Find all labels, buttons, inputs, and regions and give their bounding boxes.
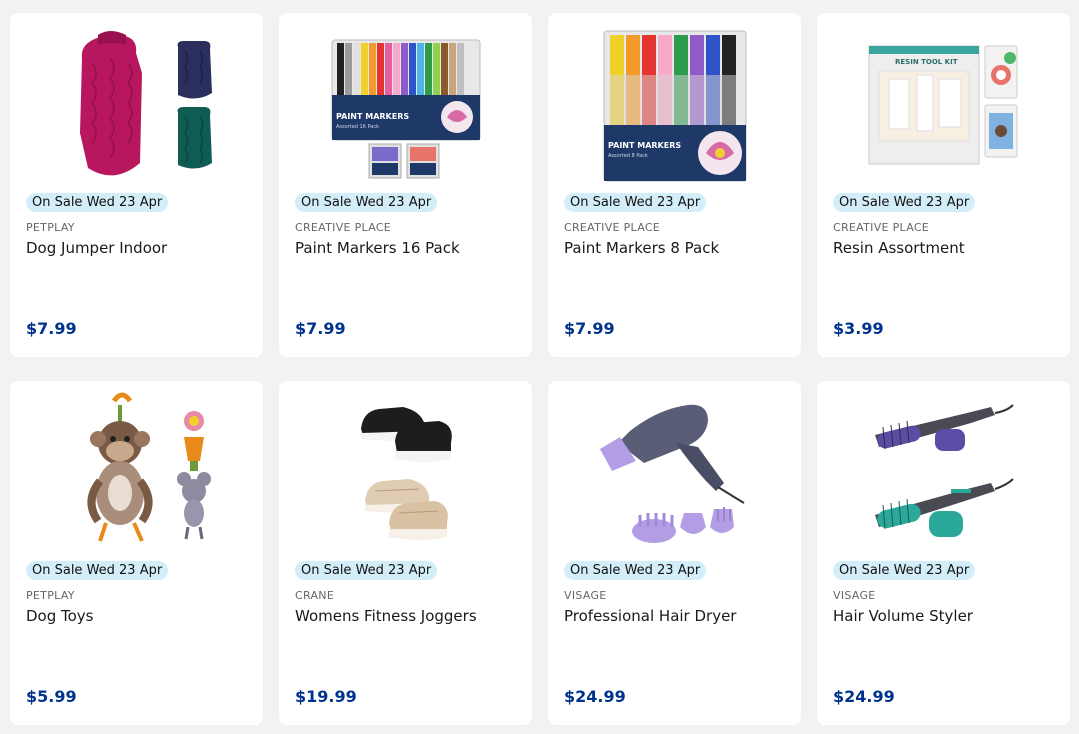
product-brand: CREATIVE PLACE: [833, 221, 930, 234]
product-card[interactable]: On Sale Wed 23 Apr PETPLAY Dog Toys $5.9…: [10, 381, 263, 725]
product-price: $5.99: [26, 687, 77, 706]
product-card[interactable]: On Sale Wed 23 Apr VISAGE Hair Volume St…: [817, 381, 1070, 725]
product-name[interactable]: Dog Toys: [26, 607, 94, 625]
dog-toys-image[interactable]: [10, 381, 263, 561]
on-sale-badge: On Sale Wed 23 Apr: [26, 561, 169, 580]
product-price: $7.99: [295, 319, 346, 338]
product-card[interactable]: On Sale Wed 23 Apr VISAGE Professional H…: [548, 381, 801, 725]
product-name[interactable]: Dog Jumper Indoor: [26, 239, 167, 257]
product-card[interactable]: PAINT MARKERS Assorted 16 Pack On Sale W…: [279, 13, 532, 357]
box-label-text: PAINT MARKERS: [336, 112, 409, 121]
paint-markers-8-image[interactable]: PAINT MARKERS Assorted 8 Pack: [548, 13, 801, 193]
product-name[interactable]: Paint Markers 16 Pack: [295, 239, 460, 257]
product-card[interactable]: RESIN TOOL KIT On Sale Wed 23 Apr CREATI…: [817, 13, 1070, 357]
hair-styler-image[interactable]: [817, 381, 1070, 561]
product-brand: PETPLAY: [26, 221, 75, 234]
product-card[interactable]: PAINT MARKERS Assorted 8 Pack On Sale We…: [548, 13, 801, 357]
on-sale-badge: On Sale Wed 23 Apr: [833, 193, 976, 212]
box-sublabel-text: Assorted 8 Pack: [608, 153, 648, 159]
product-price: $24.99: [833, 687, 895, 706]
product-grid: On Sale Wed 23 Apr PETPLAY Dog Jumper In…: [0, 0, 1079, 734]
product-name[interactable]: Womens Fitness Joggers: [295, 607, 477, 625]
box-label-text: RESIN TOOL KIT: [895, 58, 958, 66]
product-name[interactable]: Hair Volume Styler: [833, 607, 973, 625]
product-price: $7.99: [26, 319, 77, 338]
product-brand: CRANE: [295, 589, 335, 602]
on-sale-badge: On Sale Wed 23 Apr: [295, 561, 438, 580]
resin-kit-image[interactable]: RESIN TOOL KIT: [817, 13, 1070, 193]
hair-dryer-image[interactable]: [548, 381, 801, 561]
product-price: $24.99: [564, 687, 626, 706]
product-name[interactable]: Professional Hair Dryer: [564, 607, 736, 625]
box-label-text: PAINT MARKERS: [608, 141, 681, 150]
product-brand: VISAGE: [564, 589, 607, 602]
on-sale-badge: On Sale Wed 23 Apr: [26, 193, 169, 212]
box-sublabel-text: Assorted 16 Pack: [336, 124, 379, 130]
product-name[interactable]: Paint Markers 8 Pack: [564, 239, 719, 257]
product-price: $19.99: [295, 687, 357, 706]
dog-jumper-image[interactable]: [10, 13, 263, 193]
on-sale-badge: On Sale Wed 23 Apr: [295, 193, 438, 212]
paint-markers-16-image[interactable]: PAINT MARKERS Assorted 16 Pack: [279, 13, 532, 193]
on-sale-badge: On Sale Wed 23 Apr: [564, 561, 707, 580]
on-sale-badge: On Sale Wed 23 Apr: [564, 193, 707, 212]
product-brand: CREATIVE PLACE: [295, 221, 392, 234]
product-card[interactable]: On Sale Wed 23 Apr PETPLAY Dog Jumper In…: [10, 13, 263, 357]
product-brand: PETPLAY: [26, 589, 75, 602]
product-price: $3.99: [833, 319, 884, 338]
product-brand: VISAGE: [833, 589, 876, 602]
product-price: $7.99: [564, 319, 615, 338]
product-card[interactable]: On Sale Wed 23 Apr CRANE Womens Fitness …: [279, 381, 532, 725]
on-sale-badge: On Sale Wed 23 Apr: [833, 561, 976, 580]
product-name[interactable]: Resin Assortment: [833, 239, 965, 257]
joggers-image[interactable]: [279, 381, 532, 561]
product-brand: CREATIVE PLACE: [564, 221, 661, 234]
